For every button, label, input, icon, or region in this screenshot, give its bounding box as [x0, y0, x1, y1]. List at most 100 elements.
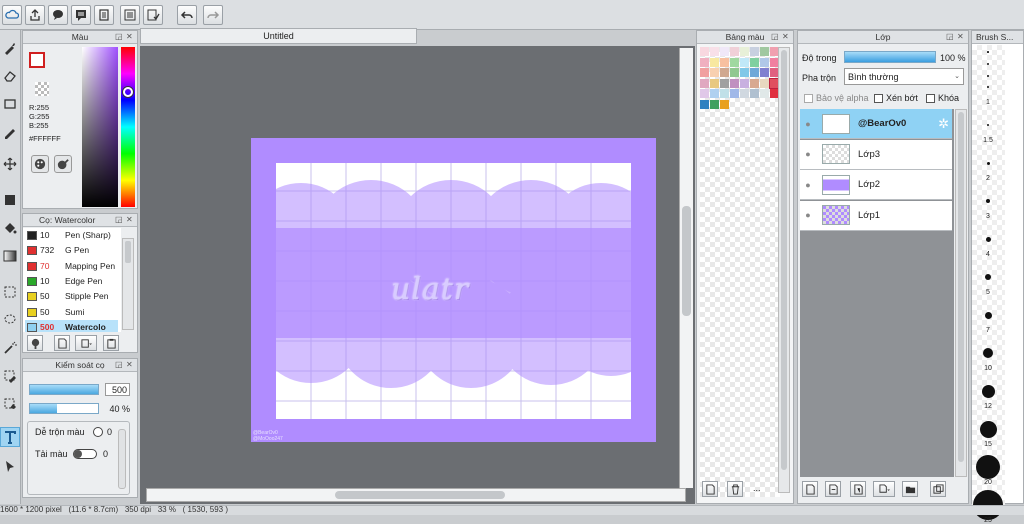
palette-swatch[interactable] [710, 89, 719, 98]
brush-list-item[interactable]: 70 Mapping Pen [25, 259, 118, 274]
eraser-tool[interactable] [0, 66, 20, 86]
palette-swatch[interactable] [760, 68, 769, 77]
brush-size-dot[interactable] [981, 384, 995, 398]
palette-swatch[interactable] [710, 78, 719, 88]
close-icon[interactable]: ✕ [126, 33, 134, 41]
layer-row[interactable]: ● Lớp2 [800, 170, 952, 200]
palette-swatch[interactable] [740, 78, 749, 88]
palette-swatch[interactable] [700, 99, 709, 109]
layer-scroll-thumb[interactable] [958, 112, 964, 462]
brush-list-item[interactable]: 50 Sumi [25, 305, 118, 320]
bucket-tool[interactable] [0, 218, 20, 238]
palette-swatch[interactable] [720, 78, 729, 88]
palette-swatch[interactable] [700, 47, 709, 56]
palette-swatch[interactable] [760, 47, 769, 56]
brush-size-dot[interactable] [987, 75, 989, 77]
canvas-vscrollbar[interactable] [679, 48, 693, 488]
select-tool[interactable] [0, 282, 20, 302]
hue-slider[interactable] [121, 47, 135, 207]
hue-handle[interactable] [123, 87, 133, 97]
blend-knob[interactable] [93, 427, 103, 437]
palette-swatch[interactable] [700, 57, 709, 67]
palette-swatch[interactable] [760, 78, 769, 88]
document-button[interactable] [94, 5, 114, 25]
gradient-tool[interactable] [0, 246, 20, 266]
brush-size-dot[interactable] [987, 86, 989, 88]
palette-swatch[interactable] [730, 89, 739, 98]
select-rect-tool[interactable] [0, 94, 20, 114]
layer-visibility-icon[interactable]: ● [800, 180, 816, 190]
clip-checkbox[interactable] [874, 94, 883, 104]
lasso-tool[interactable] [0, 310, 20, 330]
layer-row[interactable]: ● Lớp1 [800, 200, 952, 231]
palette-swatch[interactable] [710, 47, 719, 56]
magic-wand-tool[interactable] [0, 338, 20, 358]
comment-button[interactable] [48, 5, 68, 25]
palette-swatch[interactable] [730, 68, 739, 77]
redo-button[interactable] [203, 5, 223, 25]
palette-scrollbar[interactable] [778, 47, 790, 493]
palette-swatch[interactable] [760, 57, 769, 67]
palette-swatch[interactable] [720, 68, 729, 77]
scroll-thumb[interactable] [125, 241, 131, 263]
canvas-tab[interactable]: Untitled [140, 28, 417, 44]
vscroll-thumb[interactable] [682, 206, 691, 316]
popout-icon[interactable]: ◲ [115, 361, 123, 369]
foreground-color-swatch[interactable] [29, 52, 45, 68]
brush-opacity-bar[interactable] [29, 403, 99, 414]
palette-swatch[interactable] [730, 78, 739, 88]
palette-swatch[interactable] [710, 68, 719, 77]
brush-tool[interactable] [0, 38, 20, 58]
add-brush-button[interactable] [27, 335, 43, 351]
color-picker-button[interactable] [54, 155, 72, 173]
home-button[interactable] [2, 5, 22, 25]
color-wheel-button[interactable] [31, 155, 49, 173]
popout-icon[interactable]: ◲ [115, 33, 123, 41]
layer-merge-button[interactable] [930, 481, 946, 497]
list-button[interactable] [120, 5, 140, 25]
brush-list-item[interactable]: 10 Edge Pen [25, 274, 118, 289]
palette-swatch[interactable] [740, 57, 749, 67]
palette-swatch[interactable] [720, 47, 729, 56]
layer-row[interactable]: ● Lớp3 [800, 139, 952, 170]
palette-swatch[interactable] [700, 89, 709, 98]
brush-size-dot[interactable] [987, 63, 989, 65]
hscroll-thumb[interactable] [335, 491, 505, 499]
brush-size-dot[interactable] [986, 161, 990, 165]
layer-settings-icon[interactable]: ✲ [938, 116, 949, 132]
popout-icon[interactable]: ◲ [946, 33, 954, 41]
palette-swatch[interactable] [710, 99, 719, 109]
canvas-hscrollbar[interactable] [146, 488, 686, 502]
new-layer-button[interactable] [802, 481, 818, 497]
share-button[interactable] [25, 5, 45, 25]
layer-folder-button[interactable] [902, 481, 918, 497]
palette-swatch[interactable] [730, 47, 739, 56]
palette-swatch[interactable] [740, 47, 749, 56]
options-scrollbar[interactable] [118, 429, 126, 489]
protect-alpha-checkbox[interactable] [804, 94, 813, 104]
palette-menu-button[interactable]: ... [753, 483, 761, 493]
layer-8bit-button[interactable] [850, 481, 866, 497]
popout-icon[interactable]: ◲ [115, 216, 123, 224]
brush-size-dot[interactable] [979, 420, 997, 438]
checklist-button[interactable] [143, 5, 163, 25]
pen-tool[interactable] [0, 122, 20, 142]
palette-swatch[interactable] [740, 68, 749, 77]
copy-layer-button[interactable] [825, 481, 841, 497]
close-icon[interactable]: ✕ [782, 33, 790, 41]
transparent-color-swatch[interactable] [35, 82, 49, 96]
brush-copy-button[interactable] [103, 335, 119, 351]
lock-option[interactable]: Khóa [926, 93, 959, 104]
layer-row[interactable]: ● @BearOv0 ✲ [800, 109, 952, 139]
brush-size-bar[interactable] [29, 384, 99, 395]
blend-mode-select[interactable]: Bình thường ⌄ [844, 68, 964, 85]
palette-swatch[interactable] [750, 68, 759, 77]
brush-menu-button[interactable] [75, 335, 97, 351]
palette-swatch[interactable] [700, 78, 709, 88]
layer-visibility-icon[interactable]: ● [800, 119, 816, 129]
palette-swatch[interactable] [720, 89, 729, 98]
brush-size-dot[interactable] [976, 455, 1000, 479]
select-pen-tool[interactable] [0, 366, 20, 386]
brush-size-dot[interactable] [983, 348, 993, 358]
palette-swatch[interactable] [730, 57, 739, 67]
